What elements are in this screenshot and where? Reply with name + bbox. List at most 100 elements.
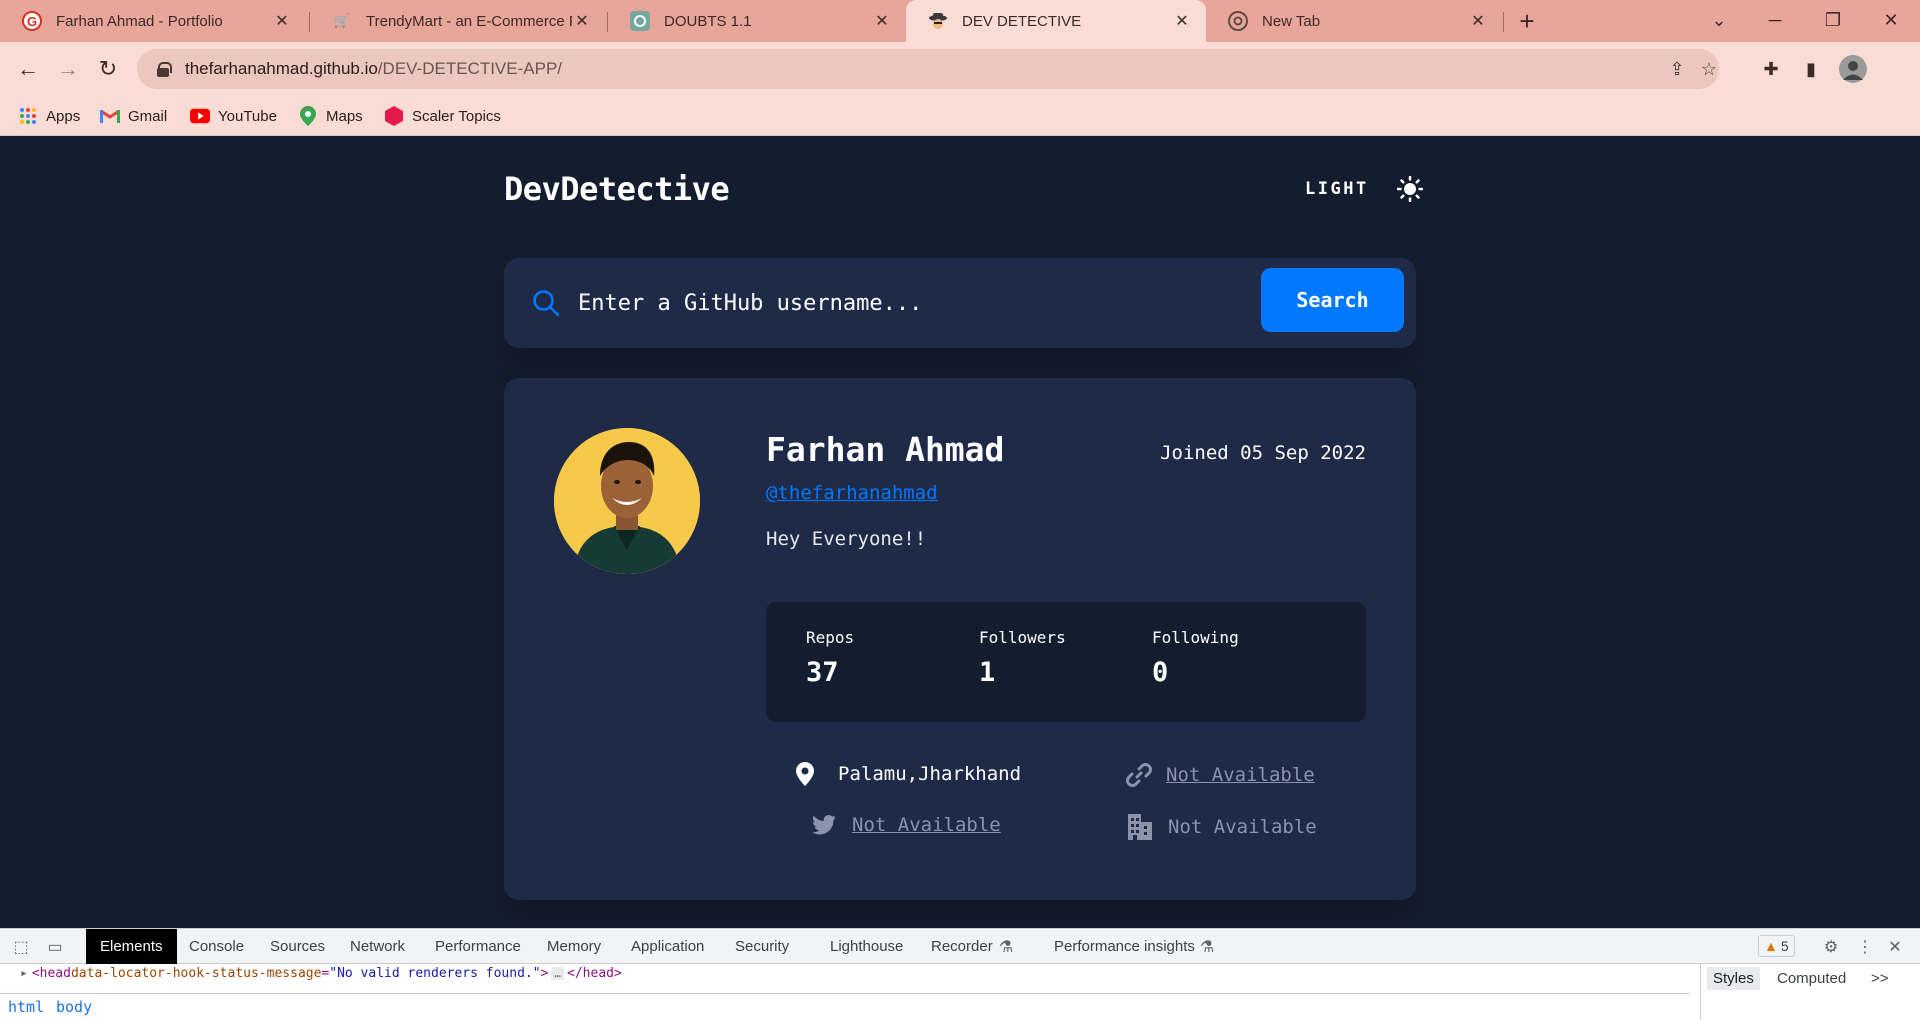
devtools-tab-lighthouse[interactable]: Lighthouse: [830, 929, 903, 964]
bookmark-gmail[interactable]: Gmail: [100, 104, 167, 128]
tab-dev-detective[interactable]: DEV DETECTIVE ✕: [906, 0, 1206, 42]
stat-label: Repos: [806, 628, 855, 647]
devtools-tab-console[interactable]: Console: [189, 929, 244, 964]
forward-arrow-icon[interactable]: →: [50, 51, 86, 87]
profile-handle-link[interactable]: @thefarhanahmad: [766, 482, 938, 504]
sidebar-tab-computed[interactable]: Computed: [1777, 970, 1846, 987]
devtools-tab-application[interactable]: Application: [631, 929, 704, 964]
devtools-panel: ⬚ ▭ Elements Console Sources Network Per…: [0, 928, 1920, 1020]
more-options-icon[interactable]: ⋮: [1854, 936, 1876, 958]
extensions-puzzle-icon[interactable]: ✚: [1757, 55, 1785, 83]
breadcrumb-body[interactable]: body: [56, 998, 92, 1016]
bookmark-maps[interactable]: Maps: [298, 104, 363, 128]
website-row: Not Available: [1126, 762, 1315, 788]
bookmark-star-icon[interactable]: ☆: [1697, 57, 1721, 81]
code-equals: =: [321, 965, 330, 981]
lock-icon[interactable]: [157, 61, 172, 77]
search-input[interactable]: [578, 278, 1098, 328]
close-tab-icon[interactable]: ✕: [872, 11, 892, 31]
bookmark-label: YouTube: [218, 107, 277, 125]
bookmark-scaler-topics[interactable]: Scaler Topics: [384, 104, 501, 128]
profile-card: Farhan Ahmad Joined 05 Sep 2022 @thefarh…: [504, 378, 1416, 900]
expand-triangle-icon[interactable]: ▸: [20, 966, 28, 981]
devtools-tab-memory[interactable]: Memory: [547, 929, 601, 964]
sidebar-more-tabs-icon[interactable]: >>: [1871, 970, 1889, 987]
warnings-count: 5: [1780, 938, 1789, 954]
search-bar: Search: [504, 258, 1416, 348]
devtools-tab-recorder[interactable]: Recorder: [931, 929, 993, 964]
link-icon: [1126, 763, 1152, 787]
close-tab-icon[interactable]: ✕: [1172, 11, 1192, 31]
chrome-favicon: [1228, 11, 1248, 31]
bookmark-youtube[interactable]: YouTube: [190, 104, 277, 128]
address-bar[interactable]: thefarhanahmad.github.io/DEV-DETECTIVE-A…: [137, 49, 1719, 89]
new-tab-plus-icon[interactable]: +: [1510, 5, 1544, 37]
close-tab-icon[interactable]: ✕: [272, 11, 292, 31]
breadcrumb-html[interactable]: html: [8, 998, 44, 1016]
devtools-tab-elements[interactable]: Elements: [86, 929, 177, 964]
search-button[interactable]: Search: [1261, 268, 1404, 332]
bookmark-label: Scaler Topics: [412, 107, 501, 125]
company-text: Not Available: [1168, 816, 1317, 838]
tab-title: New Tab: [1262, 12, 1321, 30]
tab-title: Farhan Ahmad - Portfolio: [56, 12, 223, 30]
cart-favicon: 🛒: [333, 13, 351, 28]
back-arrow-icon[interactable]: ←: [10, 51, 46, 87]
devtools-tab-sources[interactable]: Sources: [270, 929, 325, 964]
tab-title: TrendyMart - an E-Commerce Pla: [366, 12, 572, 30]
tab-trendymart[interactable]: 🛒 TrendyMart - an E-Commerce Pla ✕: [310, 0, 606, 42]
scaler-icon: [384, 106, 404, 126]
reload-icon[interactable]: ↻: [90, 51, 126, 87]
window-close-icon[interactable]: ✕: [1862, 0, 1920, 40]
devtools-tab-performance[interactable]: Performance: [435, 929, 521, 964]
tab-doubts[interactable]: DOUBTS 1.1 ✕: [608, 0, 906, 42]
minimize-icon[interactable]: ─: [1746, 0, 1804, 40]
stat-repos: Repos 37: [806, 628, 854, 688]
tab-new-tab[interactable]: New Tab ✕: [1206, 0, 1502, 42]
location-pin-icon: [796, 762, 814, 786]
joined-date: Joined 05 Sep 2022: [1160, 442, 1366, 464]
close-tab-icon[interactable]: ✕: [572, 11, 592, 31]
youtube-icon: [190, 106, 210, 126]
twitter-row: Not Available: [812, 814, 1001, 836]
close-tab-icon[interactable]: ✕: [1468, 11, 1488, 31]
stat-followers: Followers 1: [979, 628, 1066, 688]
settings-gear-icon[interactable]: ⚙: [1820, 936, 1842, 958]
code-open-tag: <head: [31, 965, 71, 981]
bookmark-apps[interactable]: Apps: [18, 104, 80, 128]
twitter-link[interactable]: Not Available: [852, 814, 1001, 836]
tab-search-chevron-icon[interactable]: ⌄: [1690, 0, 1748, 40]
experiment-flask-icon: ⚗: [998, 939, 1014, 956]
stat-following: Following 0: [1152, 628, 1239, 688]
inspect-element-icon[interactable]: ⬚: [10, 936, 32, 958]
code-close-tag: </head>: [567, 965, 622, 981]
theme-toggle[interactable]: LIGHT: [1305, 176, 1423, 202]
sidebar-tab-styles[interactable]: Styles: [1707, 967, 1760, 990]
dom-tree-line[interactable]: ▸ <head data-locator-hook-status-message…: [20, 963, 1680, 983]
collapsed-ellipsis[interactable]: …: [551, 966, 565, 980]
profile-avatar[interactable]: [1839, 55, 1867, 83]
warning-icon: ▲: [1764, 938, 1778, 954]
bookmark-label: Gmail: [128, 107, 168, 125]
devtools-tab-performance-insights[interactable]: Performance insights: [1054, 929, 1195, 964]
close-devtools-icon[interactable]: ✕: [1884, 936, 1906, 958]
bookmark-label: Maps: [326, 107, 363, 125]
website-link[interactable]: Not Available: [1166, 764, 1315, 786]
devtools-tab-network[interactable]: Network: [350, 929, 405, 964]
experiment-flask-icon: ⚗: [1199, 939, 1215, 956]
stat-label: Following: [1152, 628, 1239, 647]
share-icon[interactable]: ⇪: [1665, 57, 1689, 81]
stat-value: 0: [1152, 657, 1169, 688]
restore-icon[interactable]: ❐: [1804, 0, 1862, 40]
bookmarks-bar: Apps Gmail YouTube Maps Scaler Topics: [0, 96, 1920, 136]
tab-portfolio[interactable]: G Farhan Ahmad - Portfolio ✕: [0, 0, 306, 42]
devtools-tab-security[interactable]: Security: [735, 929, 789, 964]
device-toolbar-icon[interactable]: ▭: [44, 936, 66, 958]
apps-grid-icon: [18, 106, 38, 126]
maps-icon: [298, 106, 318, 126]
stat-label: Followers: [979, 628, 1066, 647]
building-icon: [1128, 814, 1152, 840]
warnings-badge[interactable]: ▲ 5: [1758, 935, 1795, 957]
code-value: "No valid renderers found.": [329, 965, 541, 981]
side-panel-icon[interactable]: ▮: [1797, 55, 1825, 83]
